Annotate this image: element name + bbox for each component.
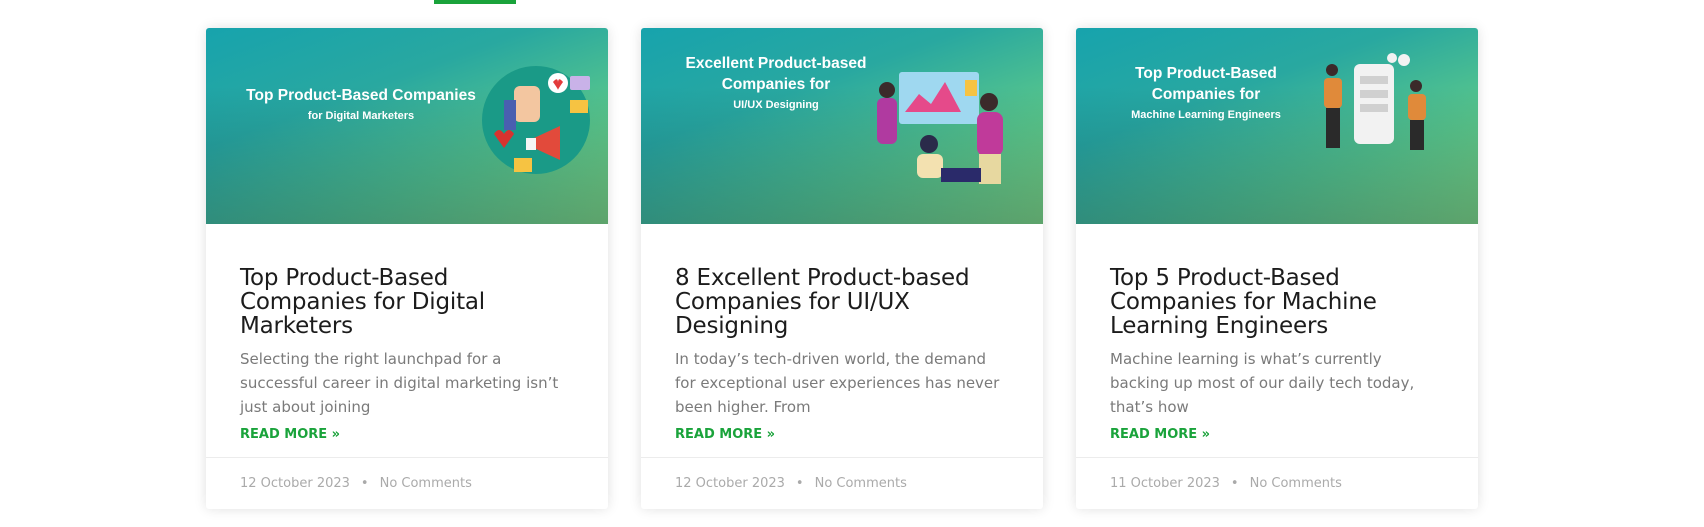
read-more-link[interactable]: READ MORE » bbox=[240, 427, 340, 442]
post-card-machine-learning: Top Product-Based Companies for Machine … bbox=[1076, 28, 1478, 509]
post-thumbnail[interactable]: Top Product-Based Companies for Machine … bbox=[1076, 28, 1478, 224]
read-more-link[interactable]: READ MORE » bbox=[1110, 427, 1210, 442]
thumbnail-caption: Top Product-Based Companies for Digital … bbox=[246, 87, 476, 122]
post-comments[interactable]: No Comments bbox=[380, 476, 472, 491]
post-card-digital-marketers: Top Product-Based Companies for Digital … bbox=[206, 28, 608, 509]
post-meta: 11 October 2023 • No Comments bbox=[1076, 457, 1478, 509]
post-date: 12 October 2023 bbox=[675, 476, 785, 491]
active-tab-indicator bbox=[434, 0, 516, 4]
post-excerpt: In today’s tech-driven world, the demand… bbox=[675, 350, 1000, 416]
post-date: 11 October 2023 bbox=[1110, 476, 1220, 491]
post-card-ui-ux: Excellent Product-based Companies for UI… bbox=[641, 28, 1043, 509]
post-meta: 12 October 2023 • No Comments bbox=[206, 457, 608, 509]
thumbnail-caption: Top Product-Based Companies for Machine … bbox=[1131, 65, 1281, 121]
post-date: 12 October 2023 bbox=[240, 476, 350, 491]
post-thumbnail[interactable]: Top Product-Based Companies for Digital … bbox=[206, 28, 608, 224]
design-team-icon bbox=[877, 72, 1003, 184]
meta-separator: • bbox=[1230, 476, 1239, 491]
ml-engineers-icon bbox=[1324, 53, 1426, 150]
post-title[interactable]: Top 5 Product-Based Companies for Machin… bbox=[1110, 266, 1444, 338]
post-title[interactable]: 8 Excellent Product-based Companies for … bbox=[675, 266, 1009, 338]
post-title[interactable]: Top Product-Based Companies for Digital … bbox=[240, 266, 574, 338]
thumbnail-caption: Excellent Product-based Companies for UI… bbox=[685, 55, 867, 111]
post-comments[interactable]: No Comments bbox=[815, 476, 907, 491]
post-comments[interactable]: No Comments bbox=[1250, 476, 1342, 491]
post-thumbnail[interactable]: Excellent Product-based Companies for UI… bbox=[641, 28, 1043, 224]
post-meta: 12 October 2023 • No Comments bbox=[641, 457, 1043, 509]
read-more-link[interactable]: READ MORE » bbox=[675, 427, 775, 442]
social-media-icon bbox=[482, 66, 590, 174]
meta-separator: • bbox=[795, 476, 804, 491]
post-excerpt: Selecting the right launchpad for a succ… bbox=[240, 350, 559, 416]
post-excerpt: Machine learning is what’s currently bac… bbox=[1110, 350, 1415, 416]
meta-separator: • bbox=[360, 476, 369, 491]
